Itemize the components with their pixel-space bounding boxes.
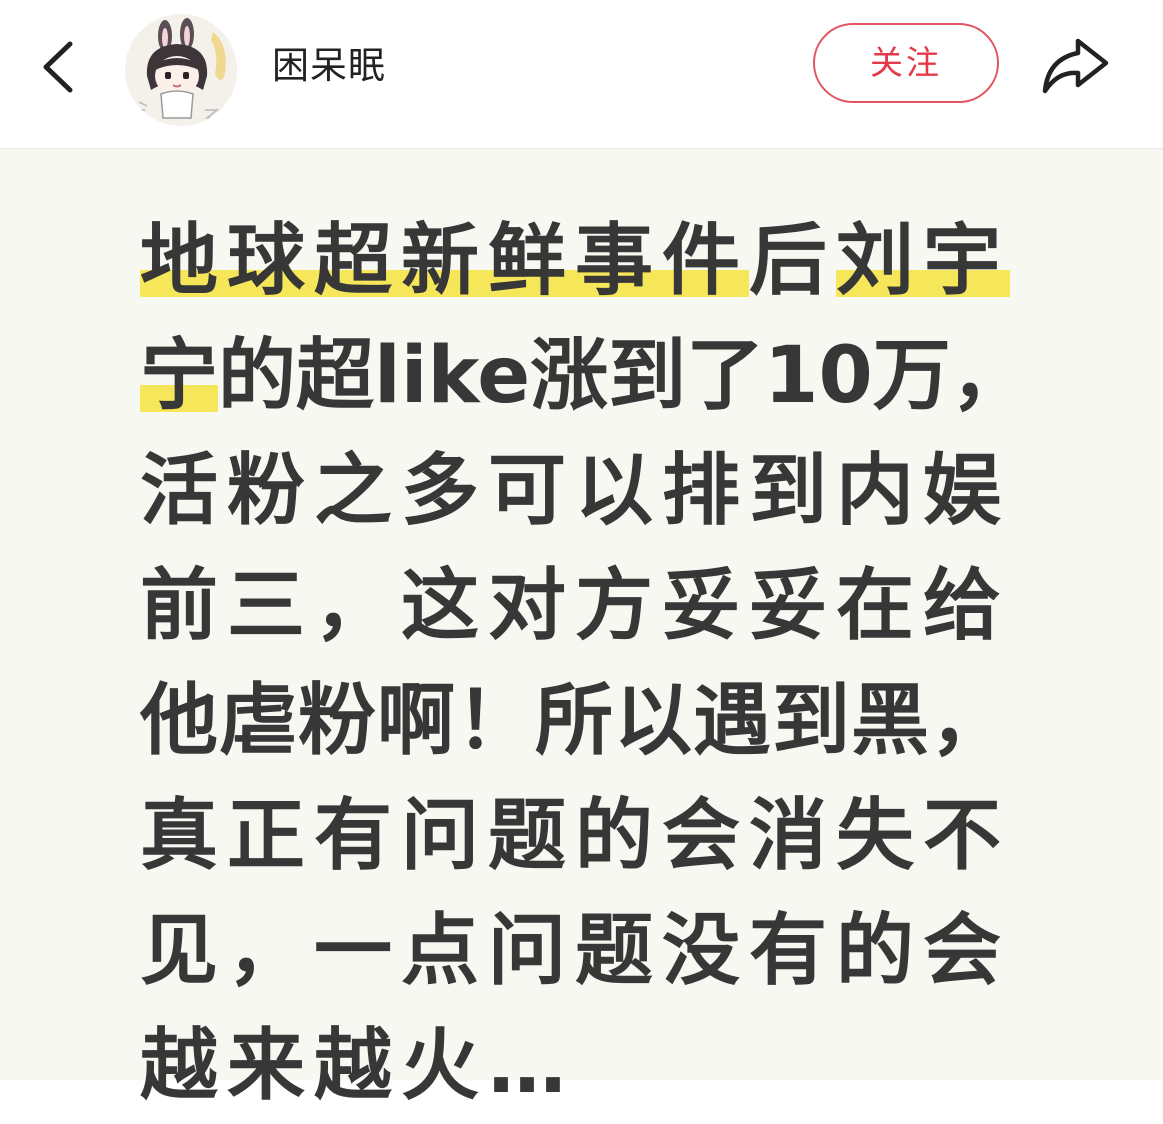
- post-line: 他虐粉啊！所以遇到黑，: [140, 676, 1010, 766]
- highlighted-text: 刘宇: [836, 216, 1011, 306]
- share-arrow-icon: [1042, 38, 1109, 94]
- post-line: 真正有问题的会消失不: [140, 791, 1011, 881]
- avatar[interactable]: [125, 14, 237, 126]
- share-button[interactable]: [1038, 33, 1112, 97]
- post-card: 地球超新鲜事件后刘宇 宁的超like涨到了10万， 活粉之多可以排到内娱 前三，…: [0, 149, 1163, 1111]
- highlighted-text: 地球超新鲜事件: [140, 216, 750, 306]
- top-bar: 困呆眠 关注: [0, 0, 1163, 149]
- post-text-segment: 的超like涨到了10万，: [218, 331, 1029, 421]
- post-line: 见，一点问题没有的会: [140, 906, 1011, 996]
- post-line: 宁的超like涨到了10万，: [140, 319, 1040, 434]
- post-text-segment: 后: [749, 216, 837, 306]
- highlighted-text: 宁: [140, 331, 219, 421]
- post-line: 地球超新鲜事件后刘宇: [140, 204, 1040, 319]
- chevron-left-icon: [43, 41, 73, 93]
- username[interactable]: 困呆眠: [272, 42, 386, 90]
- back-button[interactable]: [30, 36, 90, 96]
- post-line: 前三，这对方妥妥在给: [140, 561, 1011, 651]
- post-text: 地球超新鲜事件后刘宇 宁的超like涨到了10万， 活粉之多可以排到内娱 前三，…: [140, 204, 1040, 1124]
- avatar-illustration: [125, 14, 237, 126]
- follow-button[interactable]: 关注: [813, 23, 999, 103]
- post-line: 活粉之多可以排到内娱: [140, 446, 1011, 536]
- post-line: 越来越火…: [140, 1021, 576, 1111]
